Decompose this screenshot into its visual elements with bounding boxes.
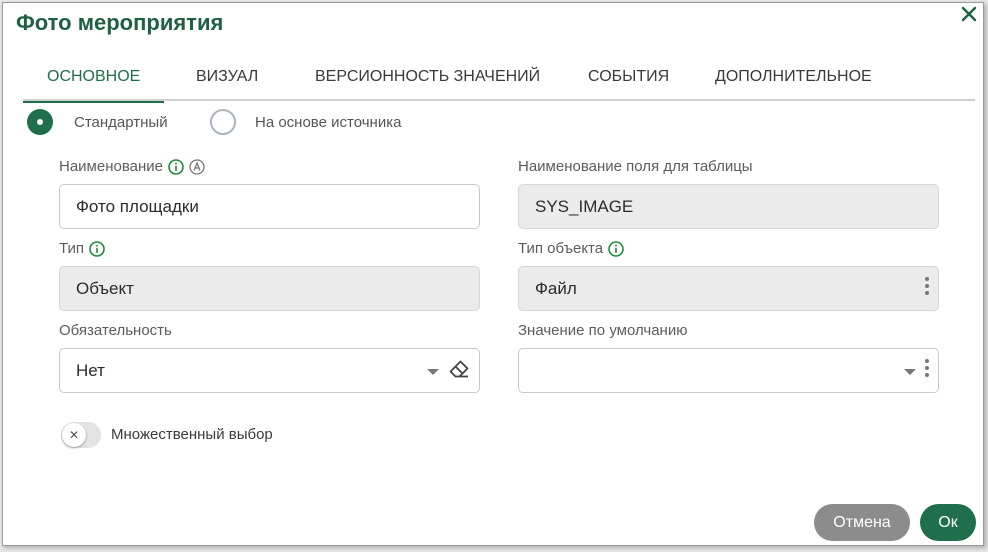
info-icon[interactable] (168, 158, 184, 175)
type-label: Тип (59, 240, 85, 257)
multiple-choice-label[interactable]: Множественный выбор (111, 426, 273, 443)
default-value-label-group: Значение по умолчанию (518, 322, 687, 339)
info-icon[interactable] (608, 240, 624, 257)
default-value-select[interactable] (518, 348, 939, 393)
default-value-label: Значение по умолчанию (518, 322, 688, 339)
object-type-actions (924, 267, 930, 310)
name-label: Наименование (59, 158, 163, 175)
radio-standard-label[interactable]: Стандартный (74, 114, 168, 131)
object-type-field: Файл (518, 266, 939, 311)
object-type-value: Файл (535, 278, 577, 298)
object-type-label: Тип объекта (518, 240, 604, 257)
name-input-value: Фото площадки (76, 196, 199, 216)
radio-source-based[interactable] (210, 109, 236, 135)
tab-bar: ОСНОВНОЕ ВИЗУАЛ ВЕРСИОННОСТЬ ЗНАЧЕНИЙ СО… (22, 55, 975, 103)
required-label-group: Обязательность (59, 322, 172, 339)
tab-main[interactable]: ОСНОВНОЕ (22, 55, 165, 103)
auto-translate-icon[interactable] (189, 158, 205, 175)
name-label-group: Наименование (59, 158, 205, 175)
radio-standard[interactable] (27, 109, 53, 135)
cancel-button[interactable]: Отмена (814, 504, 910, 541)
info-icon[interactable] (89, 240, 105, 257)
table-field-value: SYS_IMAGE (535, 196, 634, 216)
table-field-label: Наименование поля для таблицы (518, 158, 753, 175)
required-value: Нет (76, 360, 105, 380)
required-select[interactable]: Нет (59, 348, 480, 393)
close-icon[interactable] (959, 4, 979, 24)
ok-button[interactable]: Ок (920, 504, 976, 541)
tab-value-versioning[interactable]: ВЕРСИОННОСТЬ ЗНАЧЕНИЙ (315, 55, 540, 101)
eraser-icon[interactable] (447, 356, 471, 385)
table-field-label-group: Наименование поля для таблицы (518, 158, 753, 175)
name-input[interactable]: Фото площадки (59, 184, 480, 229)
required-label: Обязательность (59, 322, 172, 339)
default-value-actions (904, 349, 930, 392)
type-field: Объект (59, 266, 480, 311)
more-vertical-icon[interactable] (924, 276, 930, 301)
tab-events[interactable]: СОБЫТИЯ (588, 55, 669, 101)
type-value: Объект (76, 278, 134, 298)
toggle-off-icon: ✕ (62, 423, 86, 447)
type-label-group: Тип (59, 240, 105, 257)
dropdown-arrow-icon[interactable] (904, 361, 916, 381)
more-vertical-icon[interactable] (924, 358, 930, 383)
dialog: Фото мероприятия ОСНОВНОЕ ВИЗУАЛ ВЕРСИОН… (2, 2, 984, 546)
required-actions (427, 349, 471, 392)
object-type-label-group: Тип объекта (518, 240, 624, 257)
radio-source-based-label[interactable]: На основе источника (255, 114, 401, 131)
tab-additional[interactable]: ДОПОЛНИТЕЛЬНОЕ (715, 55, 872, 101)
dialog-title: Фото мероприятия (16, 10, 224, 35)
dropdown-arrow-icon[interactable] (427, 361, 439, 381)
multiple-choice-toggle[interactable]: ✕ (61, 422, 101, 448)
table-field-name: SYS_IMAGE (518, 184, 939, 229)
tab-visual[interactable]: ВИЗУАЛ (196, 55, 258, 101)
